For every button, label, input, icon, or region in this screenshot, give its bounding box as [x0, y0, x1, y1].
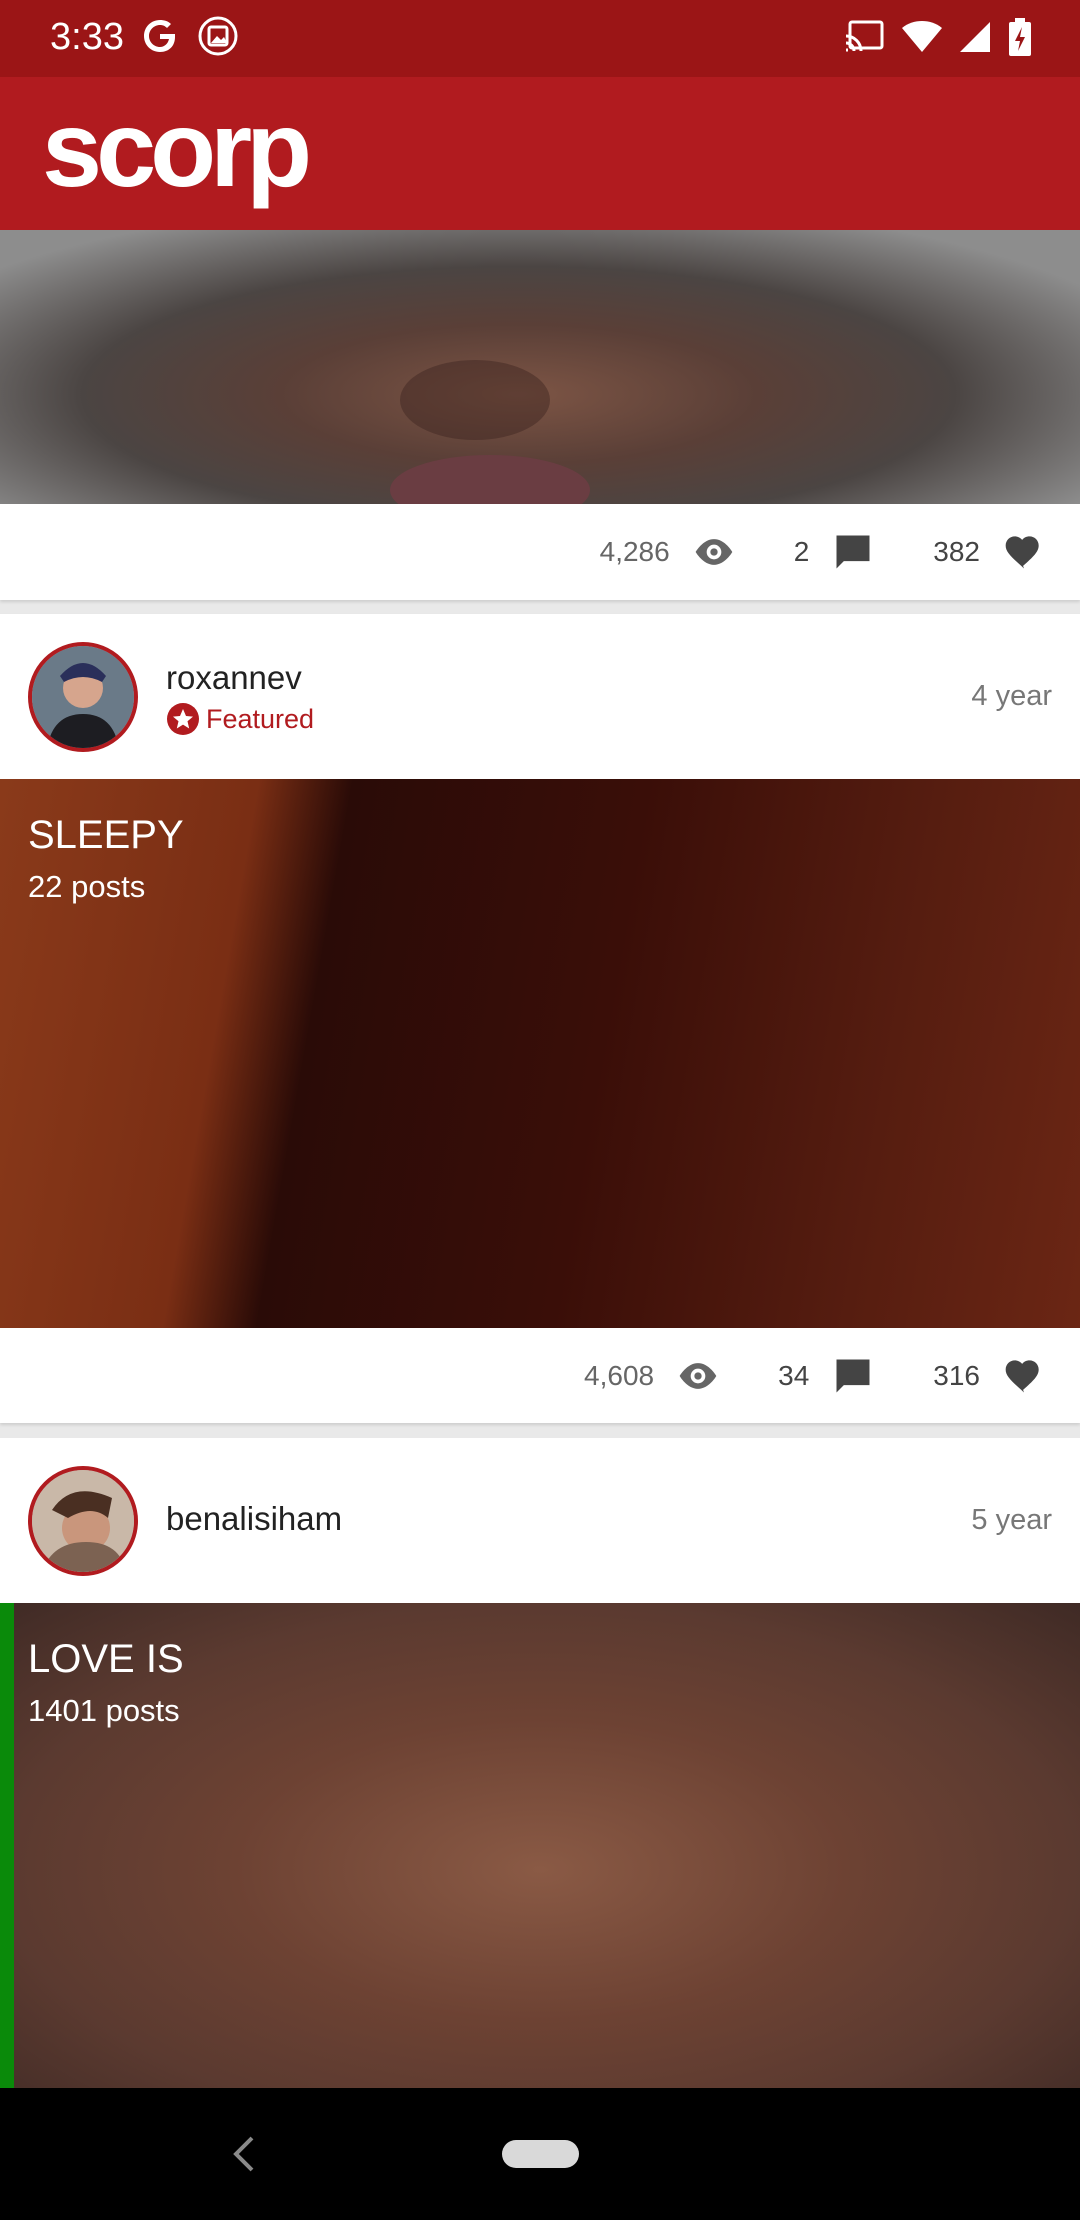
status-bar: 3:33 [0, 0, 1080, 77]
view-count: 4,286 [599, 536, 670, 567]
like-count: 316 [933, 1360, 980, 1391]
featured-label: Featured [206, 703, 315, 734]
app-bar: scorp [0, 77, 1080, 230]
back-icon[interactable] [224, 2132, 264, 2176]
post-header[interactable]: roxannev Featured 4 year [0, 614, 1080, 779]
eye-icon [679, 1363, 717, 1389]
featured-badge: Featured [166, 702, 314, 736]
post-count: 1401 posts [28, 1693, 180, 1728]
comment-icon[interactable] [831, 1354, 875, 1398]
comment-count: 2 [793, 536, 810, 567]
like-count: 382 [933, 536, 980, 567]
battery-charging-icon [1009, 18, 1031, 56]
post-stats: 4,286 2 382 [600, 530, 1046, 574]
post-title: LOVE IS [28, 1637, 184, 1681]
star-icon [167, 703, 199, 735]
post-time: 4 year [971, 680, 1052, 712]
post-time: 5 year [971, 1504, 1052, 1536]
eye-icon [695, 539, 733, 565]
post-image[interactable] [0, 230, 1080, 504]
heart-icon[interactable] [1002, 530, 1046, 574]
post-image[interactable]: SLEEPY 22 posts [0, 779, 1080, 1328]
post-header[interactable]: benalisiham 5 year [0, 1438, 1080, 1603]
username[interactable]: benalisiham [166, 1500, 342, 1538]
post-card[interactable]: roxannev Featured 4 year SLEEPY 22 posts… [0, 614, 1080, 1423]
avatar[interactable] [28, 642, 138, 752]
wifi-icon [902, 21, 942, 52]
post-card[interactable]: 4,286 2 382 [0, 230, 1080, 600]
google-icon [144, 20, 175, 52]
system-nav-bar [0, 2088, 1080, 2220]
status-time: 3:33 [50, 16, 124, 58]
post-card[interactable]: benalisiham 5 year LOVE IS 1401 posts [0, 1438, 1080, 2088]
signal-icon [960, 22, 990, 52]
username[interactable]: roxannev [166, 659, 302, 697]
comment-count: 34 [778, 1360, 810, 1391]
view-count: 4,608 [584, 1360, 655, 1391]
post-title: SLEEPY [28, 813, 184, 857]
app-logo[interactable]: scorp [42, 95, 312, 203]
post-stats: 4,608 34 316 [584, 1354, 1046, 1398]
home-pill[interactable] [502, 2140, 579, 2168]
photo-icon [198, 16, 238, 56]
feed[interactable]: 4,286 2 382 roxannev Featured 4 year SLE… [0, 230, 1080, 2088]
heart-icon[interactable] [1002, 1354, 1046, 1398]
post-count: 22 posts [28, 869, 146, 904]
cast-icon [845, 20, 884, 52]
post-image[interactable]: LOVE IS 1401 posts [0, 1603, 1080, 2088]
avatar[interactable] [28, 1466, 138, 1576]
comment-icon[interactable] [831, 530, 875, 574]
